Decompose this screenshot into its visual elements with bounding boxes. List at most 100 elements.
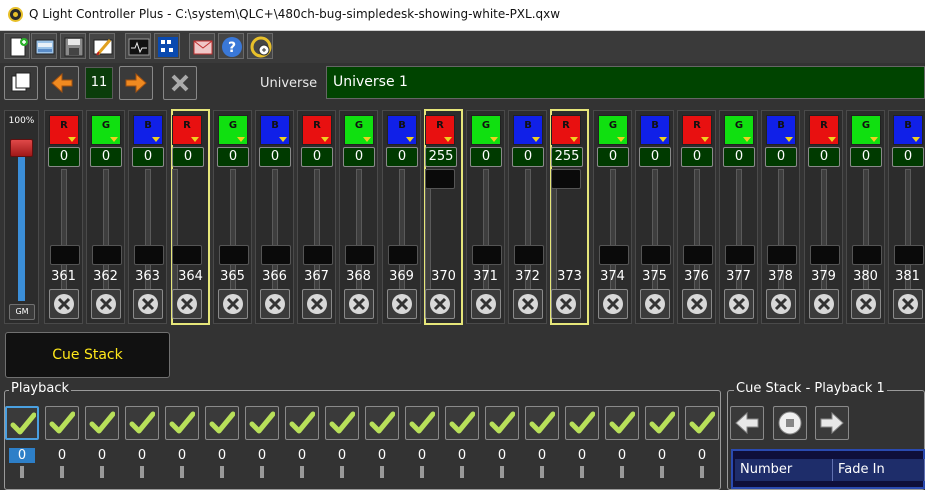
next-page-button[interactable] bbox=[119, 66, 153, 100]
channel-color-g-button[interactable]: G bbox=[851, 115, 881, 145]
channel-reset-button[interactable] bbox=[724, 289, 754, 319]
channel-color-b-button[interactable]: B bbox=[133, 115, 163, 145]
cue-stack-button[interactable]: Cue Stack bbox=[5, 332, 170, 378]
channel-slider-handle[interactable] bbox=[551, 169, 581, 189]
channel-color-r-button[interactable]: R bbox=[425, 115, 455, 145]
view-mode-button[interactable] bbox=[4, 66, 38, 100]
channel-value[interactable]: 0 bbox=[386, 147, 418, 167]
channel-color-r-button[interactable]: R bbox=[809, 115, 839, 145]
playback-9-enable-button[interactable] bbox=[325, 406, 359, 440]
column-header-fade-in[interactable]: Fade In bbox=[833, 459, 925, 481]
channel-slider-handle[interactable] bbox=[345, 245, 375, 265]
channel-color-r-button[interactable]: R bbox=[302, 115, 332, 145]
channel-value[interactable]: 0 bbox=[597, 147, 629, 167]
channel-slider-handle[interactable] bbox=[599, 245, 629, 265]
channel-slider-handle[interactable] bbox=[261, 245, 291, 265]
channel-slider-handle[interactable] bbox=[50, 245, 80, 265]
universe-select[interactable]: Universe 1 bbox=[326, 66, 925, 99]
channel-reset-button[interactable] bbox=[260, 289, 290, 319]
channel-color-b-button[interactable]: B bbox=[766, 115, 796, 145]
playback-slider[interactable] bbox=[140, 466, 144, 478]
playback-6-enable-button[interactable] bbox=[205, 406, 239, 440]
playback-slider[interactable] bbox=[460, 466, 464, 478]
playback-18-enable-button[interactable] bbox=[685, 406, 719, 440]
channel-slider-handle[interactable] bbox=[641, 245, 671, 265]
channel-value[interactable]: 0 bbox=[301, 147, 333, 167]
channel-value[interactable]: 0 bbox=[90, 147, 122, 167]
channel-reset-button[interactable] bbox=[133, 289, 163, 319]
playback-1-enable-button[interactable] bbox=[5, 406, 39, 440]
output-enable-icon[interactable] bbox=[154, 33, 180, 59]
dmx-monitor-icon[interactable] bbox=[125, 33, 151, 59]
playback-slider[interactable] bbox=[700, 466, 704, 478]
channel-slider-handle[interactable] bbox=[767, 245, 797, 265]
save-workspace-icon[interactable] bbox=[60, 33, 86, 59]
channel-reset-button[interactable] bbox=[598, 289, 628, 319]
channel-value[interactable]: 0 bbox=[681, 147, 713, 167]
channel-value[interactable]: 0 bbox=[48, 147, 80, 167]
channel-value[interactable]: 255 bbox=[551, 147, 583, 167]
channel-reset-button[interactable] bbox=[49, 289, 79, 319]
channel-slider-handle[interactable] bbox=[172, 245, 202, 265]
cue-previous-button[interactable] bbox=[730, 406, 764, 440]
reset-page-button[interactable] bbox=[163, 66, 197, 100]
cue-stop-button[interactable] bbox=[773, 406, 807, 440]
new-workspace-icon[interactable] bbox=[4, 33, 30, 59]
channel-value[interactable]: 0 bbox=[892, 147, 924, 167]
channel-color-g-button[interactable]: G bbox=[471, 115, 501, 145]
channel-reset-button[interactable] bbox=[344, 289, 374, 319]
playback-14-enable-button[interactable] bbox=[525, 406, 559, 440]
channel-value[interactable]: 0 bbox=[470, 147, 502, 167]
channel-value[interactable]: 0 bbox=[343, 147, 375, 167]
playback-13-enable-button[interactable] bbox=[485, 406, 519, 440]
channel-reset-button[interactable] bbox=[471, 289, 501, 319]
channel-reset-button[interactable] bbox=[387, 289, 417, 319]
channel-value[interactable]: 0 bbox=[132, 147, 164, 167]
playback-8-enable-button[interactable] bbox=[285, 406, 319, 440]
grand-master-button[interactable]: GM bbox=[9, 304, 35, 320]
channel-slider-handle[interactable] bbox=[388, 245, 418, 265]
open-workspace-icon[interactable] bbox=[31, 33, 57, 59]
channel-color-g-button[interactable]: G bbox=[598, 115, 628, 145]
channel-reset-button[interactable] bbox=[893, 289, 923, 319]
playback-5-enable-button[interactable] bbox=[165, 406, 199, 440]
previous-page-button[interactable] bbox=[45, 66, 79, 100]
playback-slider[interactable] bbox=[220, 466, 224, 478]
channel-value[interactable]: 0 bbox=[808, 147, 840, 167]
playback-7-enable-button[interactable] bbox=[245, 406, 279, 440]
fullscreen-icon[interactable] bbox=[247, 33, 273, 59]
cue-list-table[interactable]: Number Fade In bbox=[731, 449, 925, 489]
channel-slider-handle[interactable] bbox=[425, 169, 455, 189]
channel-value[interactable]: 0 bbox=[850, 147, 882, 167]
channel-reset-button[interactable] bbox=[551, 289, 581, 319]
channel-slider-handle[interactable] bbox=[514, 245, 544, 265]
channel-reset-button[interactable] bbox=[851, 289, 881, 319]
grand-master-slider[interactable] bbox=[10, 139, 33, 157]
channel-color-g-button[interactable]: G bbox=[218, 115, 248, 145]
playback-slider[interactable] bbox=[340, 466, 344, 478]
edit-mode-icon[interactable] bbox=[89, 33, 115, 59]
channel-reset-button[interactable] bbox=[640, 289, 670, 319]
playback-slider[interactable] bbox=[20, 466, 24, 478]
channel-color-r-button[interactable]: R bbox=[172, 115, 202, 145]
channel-value[interactable]: 0 bbox=[639, 147, 671, 167]
playback-slider[interactable] bbox=[540, 466, 544, 478]
playback-slider[interactable] bbox=[660, 466, 664, 478]
playback-10-enable-button[interactable] bbox=[365, 406, 399, 440]
channel-reset-button[interactable] bbox=[513, 289, 543, 319]
channel-slider-handle[interactable] bbox=[894, 245, 924, 265]
channel-value[interactable]: 0 bbox=[512, 147, 544, 167]
playback-16-enable-button[interactable] bbox=[605, 406, 639, 440]
channel-color-g-button[interactable]: G bbox=[91, 115, 121, 145]
channel-reset-button[interactable] bbox=[809, 289, 839, 319]
playback-slider[interactable] bbox=[420, 466, 424, 478]
channel-color-b-button[interactable]: B bbox=[387, 115, 417, 145]
cue-next-button[interactable] bbox=[815, 406, 849, 440]
channel-color-r-button[interactable]: R bbox=[551, 115, 581, 145]
channel-slider-handle[interactable] bbox=[134, 245, 164, 265]
channel-slider-handle[interactable] bbox=[852, 245, 882, 265]
channel-value[interactable]: 0 bbox=[259, 147, 291, 167]
channel-color-b-button[interactable]: B bbox=[260, 115, 290, 145]
channel-value[interactable]: 0 bbox=[765, 147, 797, 167]
playback-slider[interactable] bbox=[180, 466, 184, 478]
